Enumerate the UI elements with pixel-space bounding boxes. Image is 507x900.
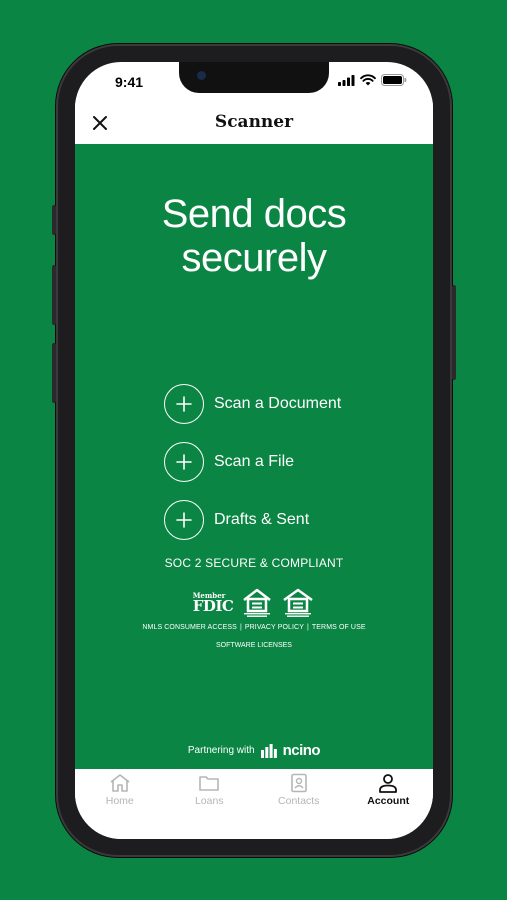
contacts-icon <box>290 773 307 793</box>
equal-housing-lender-icon <box>243 588 272 617</box>
headline-line-2: securely <box>181 236 327 280</box>
mute-switch <box>52 205 56 235</box>
signal-icon <box>338 74 355 86</box>
status-time: 9:41 <box>115 74 144 90</box>
tab-home[interactable]: Home <box>75 769 165 839</box>
partner-text: Partnering with <box>187 745 255 756</box>
terms-of-use-link[interactable]: TERMS OF USE <box>312 624 366 631</box>
tab-label: Contacts <box>278 795 320 807</box>
drafts-sent-button[interactable]: Drafts & Sent <box>164 500 341 540</box>
scan-file-button[interactable]: Scan a File <box>164 442 341 482</box>
notch <box>179 62 329 93</box>
action-label: Scan a File <box>214 453 295 470</box>
action-list: Scan a Document Scan a File Drafts & Sen… <box>164 384 341 558</box>
tab-label: Loans <box>194 795 224 807</box>
folder-icon <box>199 776 220 791</box>
headline: Send docs securely <box>75 192 433 280</box>
account-icon <box>379 774 398 793</box>
privacy-policy-link[interactable]: PRIVACY POLICY <box>245 624 304 631</box>
tab-account[interactable]: Account <box>344 769 434 839</box>
scan-document-button[interactable]: Scan a Document <box>164 384 341 424</box>
tab-contacts[interactable]: Contacts <box>254 769 344 839</box>
equal-housing-opportunity-icon <box>283 588 314 617</box>
legal-links: NMLS CONSUMER ACCESS | PRIVACY POLICY | TERM… <box>142 624 366 631</box>
plus-circle-icon <box>164 442 204 482</box>
battery-icon <box>381 74 407 86</box>
tab-bar: Home Loans Contacts Account <box>75 769 433 839</box>
tab-loans[interactable]: Loans <box>165 769 255 839</box>
ncino-logo-icon <box>260 743 277 758</box>
partner-footer: Partnering with ncino <box>75 742 433 759</box>
tab-label: Home <box>105 795 134 807</box>
home-icon <box>110 774 130 792</box>
scanner-content: Send docs securely Scan a Document Scan … <box>75 144 433 769</box>
action-label: Scan a Document <box>214 395 342 412</box>
wifi-icon <box>360 74 376 86</box>
compliance-logos: Member FDIC <box>75 588 433 618</box>
fdic-text: FDIC <box>192 596 234 615</box>
software-licenses-link[interactable]: SOFTWARE LICENSES <box>75 642 433 649</box>
plus-circle-icon <box>164 500 204 540</box>
status-icons <box>338 74 407 86</box>
plus-circle-icon <box>164 384 204 424</box>
volume-down-button <box>52 343 56 403</box>
screen: 9:41 Scanner Send docs securely Scan a D… <box>75 62 433 839</box>
ncino-brand: ncino <box>282 742 321 759</box>
soc-compliance-text: SOC 2 SECURE & COMPLIANT <box>164 556 344 570</box>
volume-up-button <box>52 265 56 325</box>
power-button <box>452 285 456 380</box>
front-camera <box>197 71 206 80</box>
fdic-logo: Member FDIC <box>193 592 234 615</box>
headline-line-1: Send docs <box>161 192 347 236</box>
nmls-link[interactable]: NMLS CONSUMER ACCESS <box>142 624 237 631</box>
nav-bar: Scanner <box>75 100 433 144</box>
tab-label: Account <box>367 795 410 807</box>
action-label: Drafts & Sent <box>214 511 310 528</box>
page-title: Scanner <box>214 112 294 132</box>
